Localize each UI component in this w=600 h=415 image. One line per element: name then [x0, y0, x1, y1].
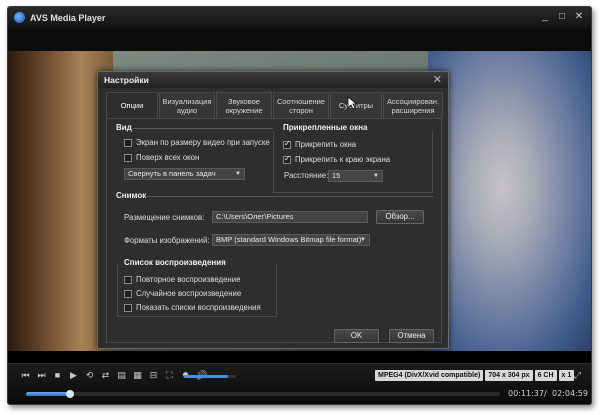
app-logo-icon [14, 12, 25, 23]
snapshot-group-title: Снимок [116, 191, 147, 200]
chevron-down-icon: ▼ [373, 173, 379, 179]
attach-edge-option[interactable]: Прикрепить к краю экрана [283, 154, 391, 164]
next-icon[interactable]: ⏭ [36, 370, 47, 381]
seek-bar[interactable] [26, 390, 500, 398]
play-icon[interactable]: ▶ [68, 370, 79, 381]
minimize-icon[interactable]: _ [538, 11, 552, 24]
cancel-button[interactable]: Отмена [389, 329, 434, 343]
on-top-checkbox[interactable] [124, 153, 132, 162]
tab-sound-environment[interactable]: Звуковое окружение [216, 92, 272, 119]
on-top-option[interactable]: Поверх всех окон [124, 153, 199, 162]
seek-fill [26, 392, 71, 396]
view-group-title: Вид [116, 123, 132, 132]
shuffle-checkbox[interactable] [124, 289, 132, 298]
close-icon[interactable]: ✕ [572, 11, 586, 24]
fit-video-option[interactable]: Экран по размеру видео при запуске [124, 138, 270, 147]
resolution-badge: 704 x 304 px [485, 370, 533, 381]
browse-button[interactable]: Обзор... [376, 210, 424, 224]
attach-windows-option[interactable]: Прикрепить окна [283, 139, 357, 149]
previous-icon[interactable]: ⏮ [20, 370, 31, 381]
settings-dialog: Настройки ✕ Опции Визуализация аудио Зву… [97, 71, 449, 349]
video-frame-right [428, 51, 591, 351]
repeat-option[interactable]: Повторное воспроизведение [124, 275, 240, 284]
visualization-icon[interactable]: ▦ [132, 370, 143, 381]
fit-video-checkbox[interactable] [124, 138, 132, 147]
tab-file-associations[interactable]: Ассоциирован. расширения [383, 92, 443, 119]
attach-edge-checkbox[interactable] [283, 154, 291, 164]
volume-slider[interactable] [184, 375, 236, 378]
distance-value: 15 [332, 171, 341, 180]
tab-aspect-ratio[interactable]: Соотношение сторон [273, 92, 329, 119]
equalizer-icon[interactable]: ⊟ [148, 370, 159, 381]
shuffle-label: Случайное воспроизведение [136, 289, 242, 298]
repeat-label: Повторное воспроизведение [136, 275, 241, 284]
tab-options[interactable]: Опции [106, 92, 158, 119]
title-bar[interactable]: AVS Media Player _ □ ✕ [8, 7, 591, 29]
minimize-behavior-value: Свернуть в панель задач [128, 169, 216, 178]
snapshot-location-input[interactable]: C:\Users\Олег\Pictures [212, 211, 368, 223]
distance-select[interactable]: 15 ▼ [328, 170, 383, 182]
playback-buttons: ⏮ ⏭ ■ ▶ ⟲ ⇄ ▤ ▦ ⊟ ⛶ ✹ 🔊 [20, 370, 207, 381]
channels-badge: 6 CH [534, 370, 557, 381]
mouse-cursor-icon [347, 96, 357, 110]
chevron-down-icon: ▼ [235, 171, 241, 177]
shuffle-icon[interactable]: ⇄ [100, 370, 111, 381]
view-group-divider [133, 128, 273, 129]
stop-icon[interactable]: ■ [52, 370, 63, 381]
maximize-icon[interactable]: □ [555, 11, 569, 24]
options-panel: Вид Экран по размеру видео при запуске П… [106, 118, 442, 343]
seek-handle[interactable] [66, 390, 75, 398]
settings-tabs: Опции Визуализация аудио Звуковое окруже… [106, 92, 443, 119]
window-controls: _ □ ✕ [538, 11, 586, 24]
image-format-select[interactable]: BMP (standard Windows Bitmap file format… [212, 234, 370, 246]
snapshot-location-label: Размещение снимков: [124, 213, 205, 222]
attach-windows-label: Прикрепить окна [295, 140, 357, 149]
show-playlists-checkbox[interactable] [124, 303, 132, 312]
ok-button[interactable]: OK [334, 329, 379, 343]
image-format-label: Форматы изображений: [124, 236, 210, 245]
player-window: AVS Media Player _ □ ✕ Настройки ✕ Опции… [7, 6, 592, 405]
snapshot-group-divider [147, 196, 433, 197]
distance-label: Расстояние: [284, 171, 329, 180]
dialog-title: Настройки [104, 75, 149, 85]
chevron-down-icon: ▼ [360, 237, 366, 243]
volume-fill [184, 375, 229, 378]
fullscreen-icon[interactable]: ⤢ [572, 370, 583, 381]
letterbox [8, 351, 591, 363]
dialog-close-icon[interactable]: ✕ [433, 73, 442, 86]
minimize-behavior-select[interactable]: Свернуть в панель задач ▼ [124, 168, 245, 180]
tab-audio-visualization[interactable]: Визуализация аудио [159, 92, 215, 119]
attach-edge-label: Прикрепить к краю экрана [295, 155, 391, 164]
playlist-icon[interactable]: ▤ [116, 370, 127, 381]
image-format-value: BMP (standard Windows Bitmap file format… [216, 235, 362, 244]
fit-video-label: Экран по размеру видео при запуске [136, 138, 270, 147]
codec-badge: MPEG4 (DivX/Xvid compatible) [375, 370, 484, 381]
repeat-checkbox[interactable] [124, 275, 132, 284]
media-info: MPEG4 (DivX/Xvid compatible) 704 x 304 p… [375, 370, 575, 381]
show-playlists-label: Показать списки воспроизведения [136, 303, 261, 312]
app-title: AVS Media Player [30, 13, 106, 23]
on-top-label: Поверх всех окон [136, 153, 200, 162]
show-playlists-option[interactable]: Показать списки воспроизведения [124, 303, 261, 312]
elapsed-time: 00:11:37 [508, 389, 544, 398]
shuffle-option[interactable]: Случайное воспроизведение [124, 289, 241, 298]
snapshot-icon[interactable]: ⛶ [164, 370, 175, 381]
repeat-icon[interactable]: ⟲ [84, 370, 95, 381]
control-bar: ⏮ ⏭ ■ ▶ ⟲ ⇄ ▤ ▦ ⊟ ⛶ ✹ 🔊 MPEG4 (DivX/Xvid… [8, 363, 591, 404]
total-time: 02:04:59 [552, 389, 588, 398]
time-separator: / [544, 389, 547, 398]
attach-windows-checkbox[interactable] [283, 139, 291, 149]
dialog-title-bar[interactable]: Настройки ✕ [98, 72, 448, 88]
